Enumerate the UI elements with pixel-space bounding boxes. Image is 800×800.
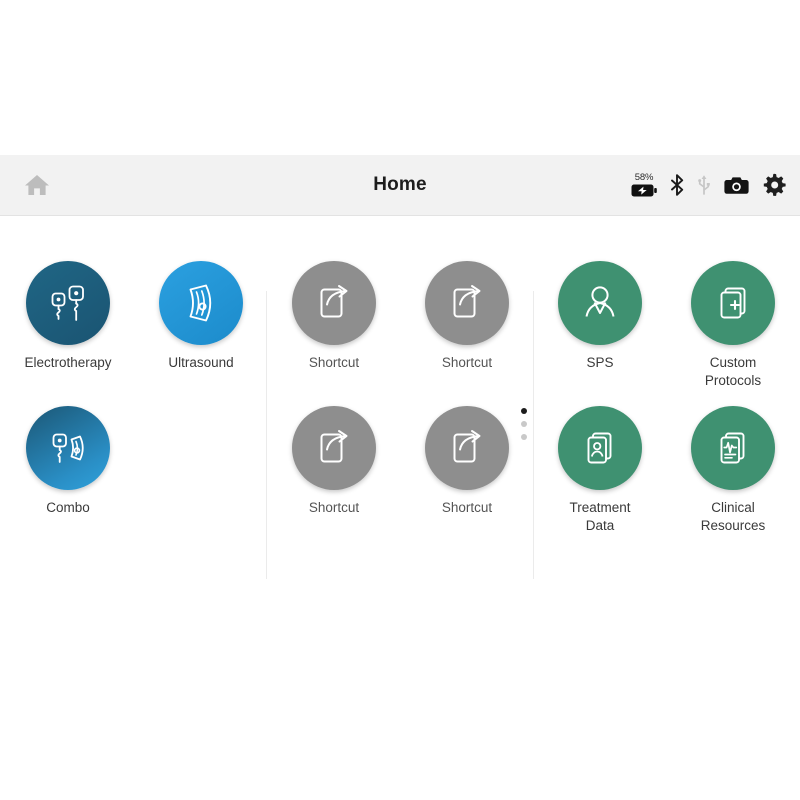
page-dot-1[interactable]	[521, 408, 527, 414]
app-header: Home 58%	[0, 155, 800, 216]
tile-icon-circle	[26, 406, 110, 490]
gear-icon[interactable]	[762, 173, 786, 197]
tile-icon-circle	[26, 261, 110, 345]
device-app-window: Home 58% Electrotherapy Ultrasound Combo…	[0, 155, 800, 579]
tile-icon-circle	[425, 406, 509, 490]
tile-electrotherapy[interactable]: Electrotherapy	[2, 261, 134, 372]
ultrasound-transducer-icon	[177, 279, 225, 327]
tile-label: Shortcut	[441, 500, 493, 515]
tile-treatment-data[interactable]: Treatment Data	[534, 406, 666, 535]
shortcut-arrow-icon	[311, 280, 357, 326]
page-dot-2[interactable]	[521, 421, 527, 427]
tile-icon-circle	[292, 406, 376, 490]
tile-icon-circle	[691, 261, 775, 345]
usb-icon	[697, 174, 711, 196]
tile-icon-circle	[292, 261, 376, 345]
tile-shortcut-3[interactable]: Shortcut	[268, 406, 400, 517]
tile-label: Shortcut	[441, 355, 493, 370]
tile-icon-circle	[558, 261, 642, 345]
shortcut-arrow-icon	[444, 280, 490, 326]
battery-status: 58%	[631, 173, 657, 198]
page-indicator[interactable]	[521, 408, 527, 440]
bluetooth-icon[interactable]	[670, 174, 684, 196]
tile-label: Ultrasound	[168, 355, 234, 370]
tile-label: Shortcut	[308, 355, 360, 370]
tile-shortcut-4[interactable]: Shortcut	[401, 406, 533, 517]
tile-shortcut-2[interactable]: Shortcut	[401, 261, 533, 372]
person-icon	[577, 280, 623, 326]
status-tray: 58%	[631, 155, 786, 215]
home-grid: Electrotherapy Ultrasound Combo Shortcut…	[0, 216, 800, 579]
electrode-pads-icon	[44, 279, 92, 327]
tile-icon-circle	[425, 261, 509, 345]
battery-percent-label: 58%	[634, 171, 654, 183]
tile-icon-circle	[159, 261, 243, 345]
tile-label: Custom Protocols	[704, 355, 762, 388]
tile-icon-circle	[691, 406, 775, 490]
tile-sps[interactable]: SPS	[534, 261, 666, 372]
battery-charging-icon	[631, 184, 657, 197]
shortcut-arrow-icon	[444, 425, 490, 471]
waveform-documents-icon	[710, 425, 756, 471]
tile-label: Electrotherapy	[24, 355, 112, 370]
tile-label: Combo	[46, 500, 90, 515]
tile-label: Shortcut	[308, 500, 360, 515]
shortcut-arrow-icon	[311, 425, 357, 471]
documents-plus-icon	[710, 280, 756, 326]
tile-combo[interactable]: Combo	[2, 406, 134, 517]
tile-label: Treatment Data	[569, 500, 631, 533]
patient-records-icon	[577, 425, 623, 471]
tile-label: SPS	[586, 355, 614, 370]
tile-icon-circle	[558, 406, 642, 490]
tile-shortcut-1[interactable]: Shortcut	[268, 261, 400, 372]
tile-custom-protocols[interactable]: Custom Protocols	[667, 261, 799, 390]
combo-therapy-icon	[44, 424, 92, 472]
tile-clinical-resources[interactable]: Clinical Resources	[667, 406, 799, 535]
camera-icon[interactable]	[724, 176, 749, 195]
tile-ultrasound[interactable]: Ultrasound	[135, 261, 267, 372]
page-dot-3[interactable]	[521, 434, 527, 440]
tile-label: Clinical Resources	[700, 500, 766, 533]
